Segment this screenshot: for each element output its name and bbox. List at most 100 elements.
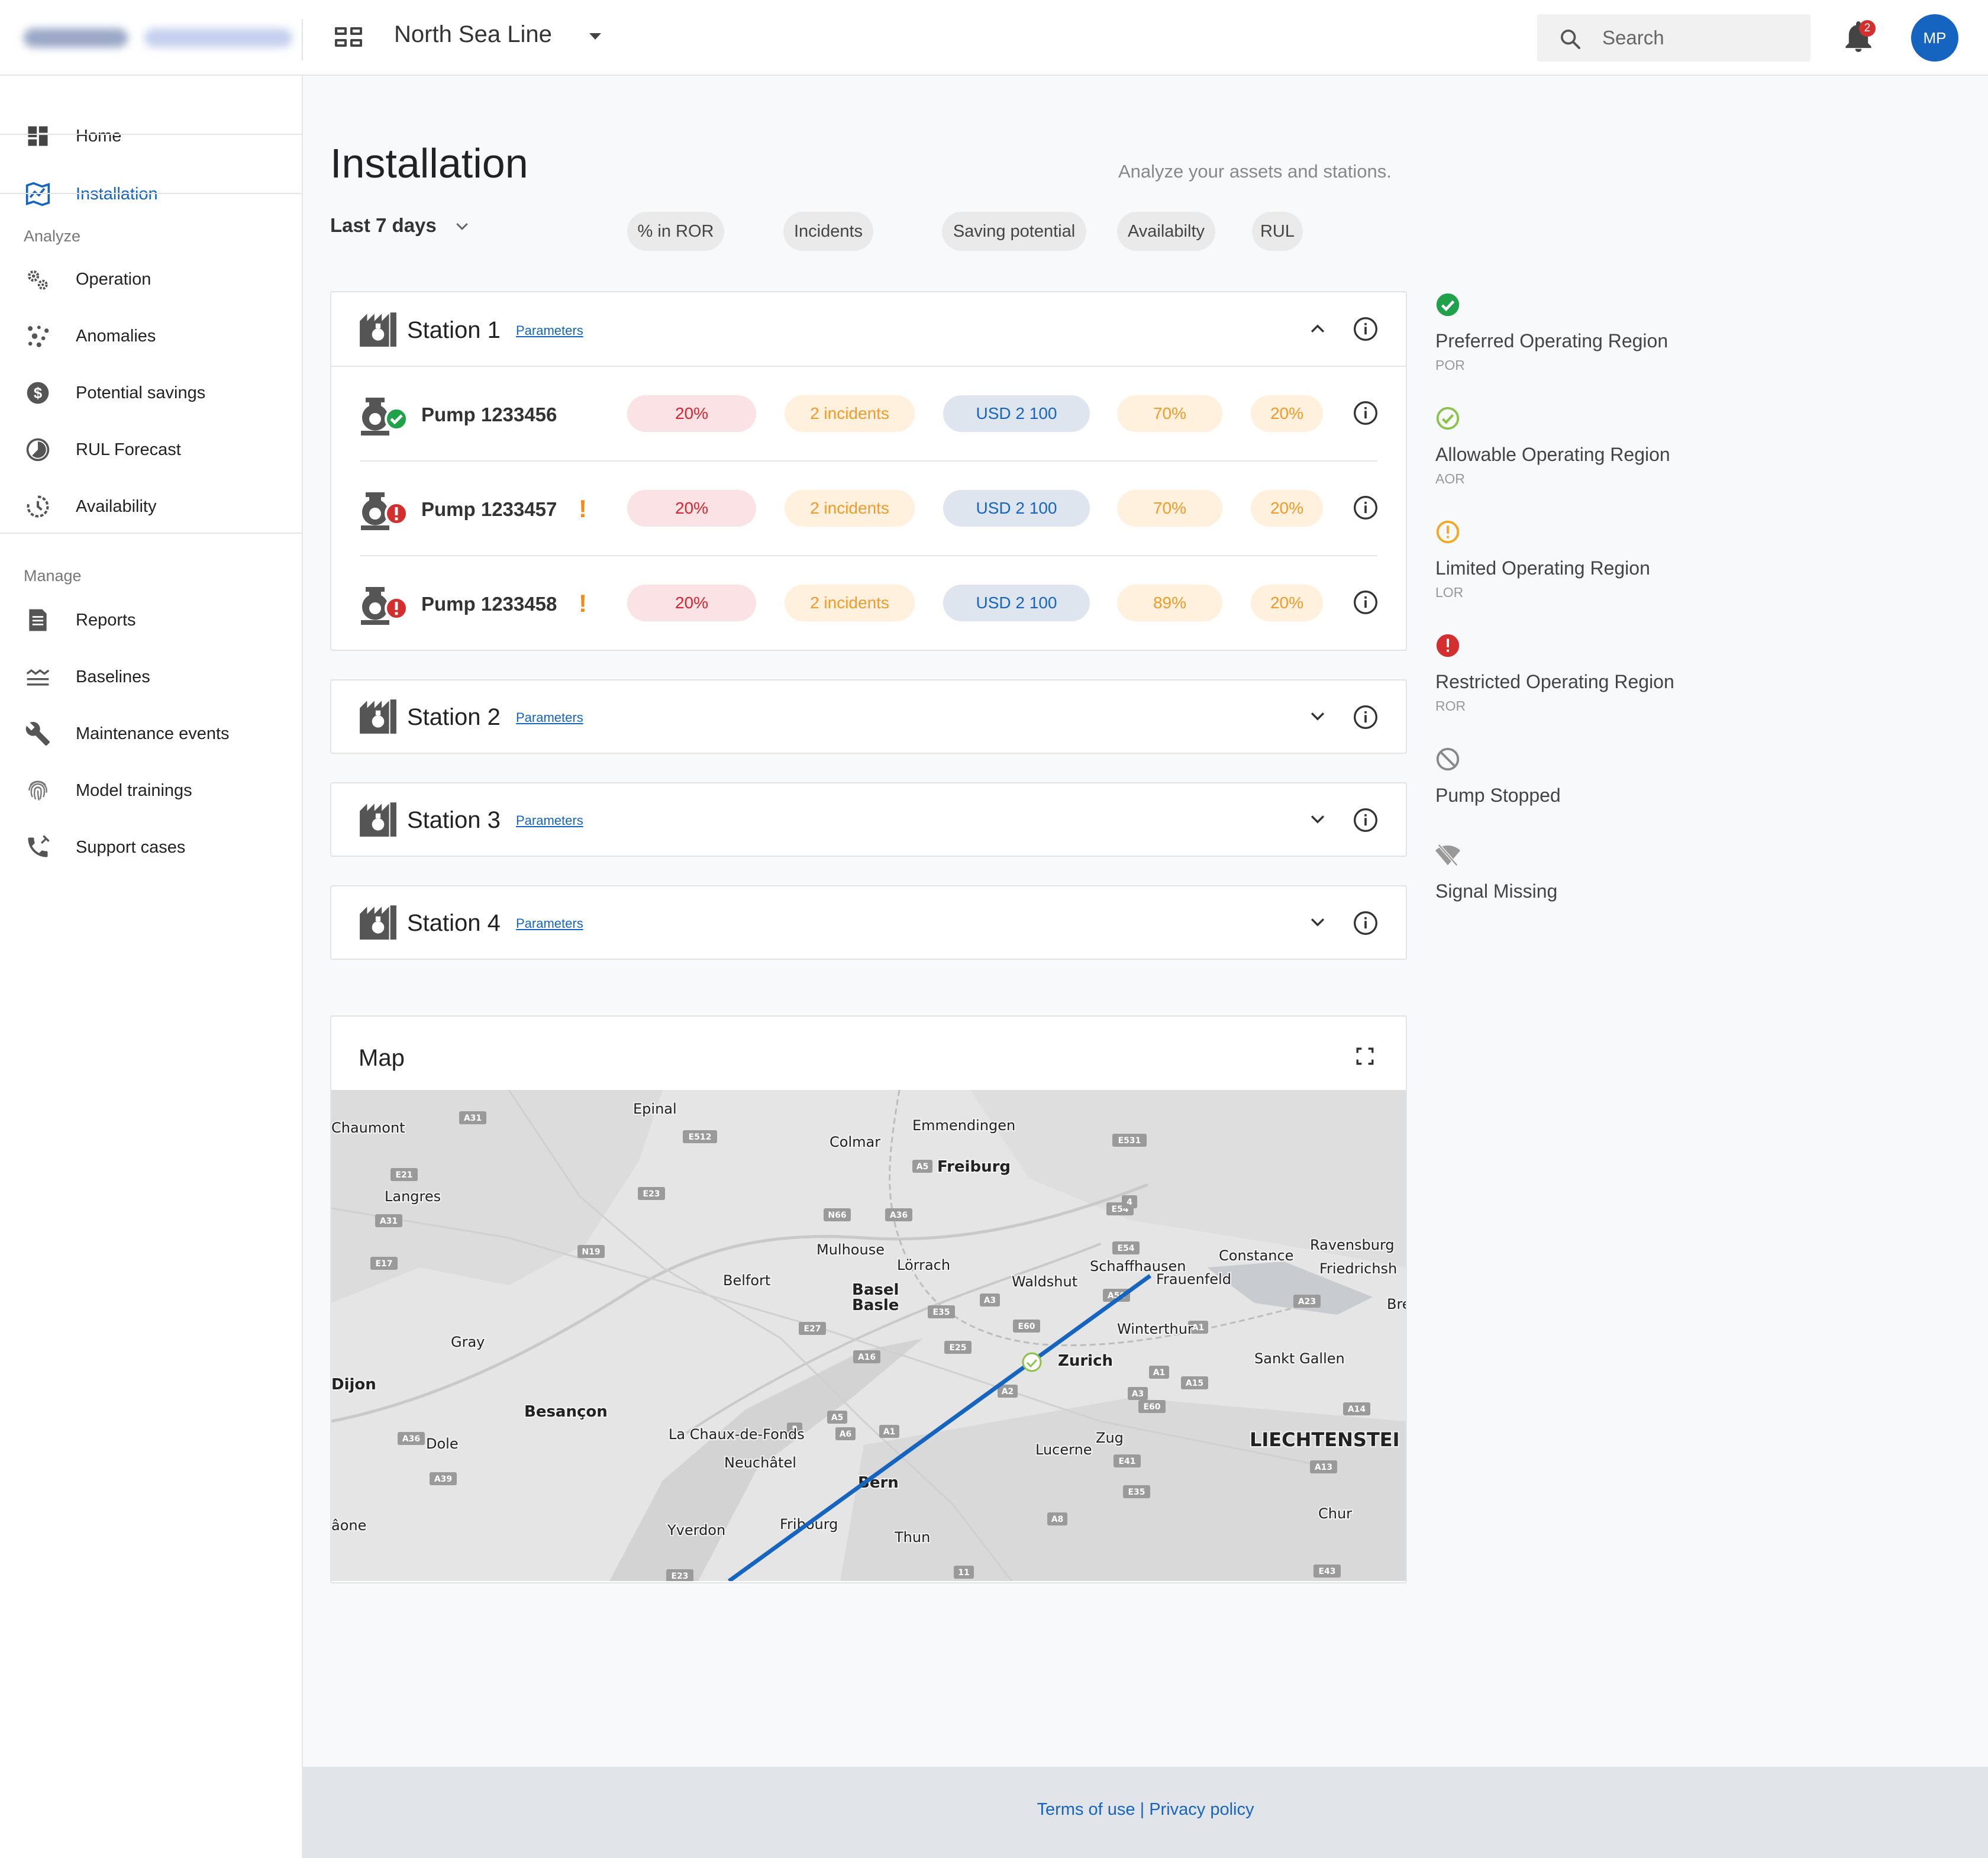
app-switcher-icon[interactable]: [335, 27, 363, 49]
project-name[interactable]: North Sea Line: [394, 21, 552, 48]
company-logo[interactable]: [24, 26, 292, 50]
svg-text:E41: E41: [1118, 1457, 1135, 1466]
phone-icon: [28, 835, 50, 857]
document-icon: [29, 609, 47, 631]
info-icon[interactable]: [1353, 910, 1379, 936]
road-shield: E43: [1314, 1565, 1341, 1578]
info-icon[interactable]: [1353, 316, 1379, 342]
sidebar-item-anomalies[interactable]: Anomalies: [0, 308, 302, 364]
sidebar-item-label: Home: [76, 127, 122, 146]
road-shield: E531: [1112, 1134, 1147, 1147]
info-icon[interactable]: [1353, 704, 1379, 730]
info-icon[interactable]: [1353, 589, 1379, 615]
column-header-availability[interactable]: Availabilty: [1117, 212, 1215, 251]
road-shield: 11: [954, 1566, 974, 1579]
ror-value: 20%: [627, 585, 756, 621]
alert-circle-outline-icon: [1436, 520, 1460, 544]
privacy-policy-link[interactable]: Privacy policy: [1149, 1800, 1254, 1819]
chevron-down-icon[interactable]: [453, 218, 471, 236]
road-shield: A36: [398, 1432, 425, 1445]
terms-of-use-link[interactable]: Terms of use: [1037, 1800, 1135, 1819]
fingerprint-icon: [28, 780, 47, 801]
column-header-saving-potential[interactable]: Saving potential: [942, 212, 1086, 251]
map-place-label: Mulhouse: [816, 1241, 885, 1258]
map-place-label: Dijon: [331, 1376, 376, 1394]
project-dropdown-icon[interactable]: [589, 33, 601, 40]
column-header-ror[interactable]: % in ROR: [627, 212, 724, 251]
ror-value: 20%: [627, 490, 756, 527]
sidebar-item-label: Anomalies: [76, 327, 156, 346]
sidebar-item-support-cases[interactable]: Support cases: [0, 819, 302, 876]
blocked-icon: [1436, 747, 1460, 771]
svg-text:A23: A23: [1298, 1297, 1316, 1307]
svg-text:E60: E60: [1143, 1402, 1160, 1412]
road-shield: 4: [1122, 1195, 1137, 1208]
sidebar-item-baselines[interactable]: Baselines: [0, 649, 302, 705]
chevron-down-icon[interactable]: [1308, 809, 1328, 830]
column-header-rul[interactable]: RUL: [1252, 212, 1303, 251]
search-input[interactable]: [1602, 22, 1797, 53]
sidebar-item-label: Reports: [76, 611, 136, 630]
info-icon[interactable]: [1353, 400, 1379, 426]
pump-row[interactable]: Pump 1233458 ! 20% 2 incidents USD 2 100…: [331, 556, 1406, 651]
pump-name: Pump 1233458: [421, 593, 557, 615]
signal-off-icon: [1435, 844, 1461, 866]
station-parameters-link[interactable]: Parameters: [516, 813, 583, 828]
map-place-label: LIECHTENSTEI: [1250, 1428, 1400, 1451]
notification-count-badge: 2: [1859, 20, 1876, 37]
map-canvas[interactable]: A31E512 E531A5E21E23A31N66 A36E54E17N19 E54…: [331, 1090, 1406, 1581]
fullscreen-icon[interactable]: [1355, 1046, 1375, 1066]
sidebar-item-reports[interactable]: Reports: [0, 592, 302, 649]
road-shield: E17: [370, 1257, 398, 1270]
info-icon[interactable]: [1353, 495, 1379, 521]
incidents-value[interactable]: 2 incidents: [785, 585, 915, 621]
map-view[interactable]: A31 E512 E531 A5 E21 E23 A31 N66 A36 E54 E17 N19 E54…: [331, 1090, 1406, 1581]
chevron-down-icon[interactable]: [1308, 912, 1328, 933]
road-shield: A14: [1343, 1402, 1370, 1415]
sidebar-item-availability[interactable]: Availability: [0, 478, 302, 535]
road-shield: A6: [835, 1427, 856, 1440]
station-card[interactable]: Station 3 Parameters: [330, 782, 1407, 857]
svg-text:A15: A15: [1186, 1379, 1203, 1388]
sidebar-item-potential-savings[interactable]: $ Potential savings: [0, 364, 302, 421]
station-parameters-link[interactable]: Parameters: [516, 323, 583, 338]
station-card[interactable]: Station 4 Parameters: [330, 885, 1407, 960]
map-place-label: Waldshut: [1012, 1273, 1077, 1290]
sidebar-item-model-trainings[interactable]: Model trainings: [0, 762, 302, 819]
info-icon[interactable]: [1353, 807, 1379, 833]
search-box[interactable]: [1537, 14, 1810, 62]
user-avatar[interactable]: MP: [1911, 14, 1958, 62]
svg-text:E35: E35: [1128, 1488, 1145, 1497]
chevron-up-icon[interactable]: [1308, 318, 1328, 338]
rul-value: 20%: [1251, 490, 1323, 527]
station-parameters-link[interactable]: Parameters: [516, 710, 583, 725]
sidebar: Home Installation Analyze Operation Anom…: [0, 76, 303, 1858]
road-shield: N19: [577, 1245, 605, 1258]
sidebar-item-home[interactable]: Home: [0, 108, 302, 164]
sidebar-item-maintenance-events[interactable]: Maintenance events: [0, 705, 302, 762]
saving-value: USD 2 100: [943, 585, 1090, 621]
pump-row[interactable]: Pump 1233457 ! 20% 2 incidents USD 2 100…: [331, 462, 1406, 556]
column-header-incidents[interactable]: Incidents: [783, 212, 873, 251]
sidebar-item-operation[interactable]: Operation: [0, 251, 302, 308]
chevron-down-icon[interactable]: [1308, 707, 1328, 727]
road-shield: A8: [1047, 1512, 1067, 1525]
station-factory-icon: [360, 699, 396, 734]
pump-row[interactable]: Pump 1233456 20% 2 incidents USD 2 100 7…: [331, 367, 1406, 462]
incidents-value[interactable]: 2 incidents: [785, 490, 915, 527]
footer: Terms of use | Privacy policy: [303, 1767, 1988, 1858]
map-place-label: Langres: [385, 1188, 441, 1205]
sidebar-item-rul-forecast[interactable]: RUL Forecast: [0, 421, 302, 478]
legend-label: Preferred Operating Region: [1435, 330, 1668, 351]
incidents-value[interactable]: 2 incidents: [785, 395, 915, 432]
date-range-selector[interactable]: Last 7 days: [330, 214, 437, 237]
saving-value: USD 2 100: [943, 395, 1090, 432]
svg-text:N66: N66: [828, 1211, 846, 1220]
road-shield: E41: [1114, 1454, 1141, 1467]
road-shield: E23: [638, 1187, 665, 1200]
station-card[interactable]: Station 2 Parameters: [330, 679, 1407, 754]
station-parameters-link[interactable]: Parameters: [516, 916, 583, 931]
sidebar-item-installation[interactable]: Installation: [0, 166, 302, 222]
road-shield: E512: [683, 1130, 717, 1143]
sidebar-item-label: Baselines: [76, 667, 150, 686]
